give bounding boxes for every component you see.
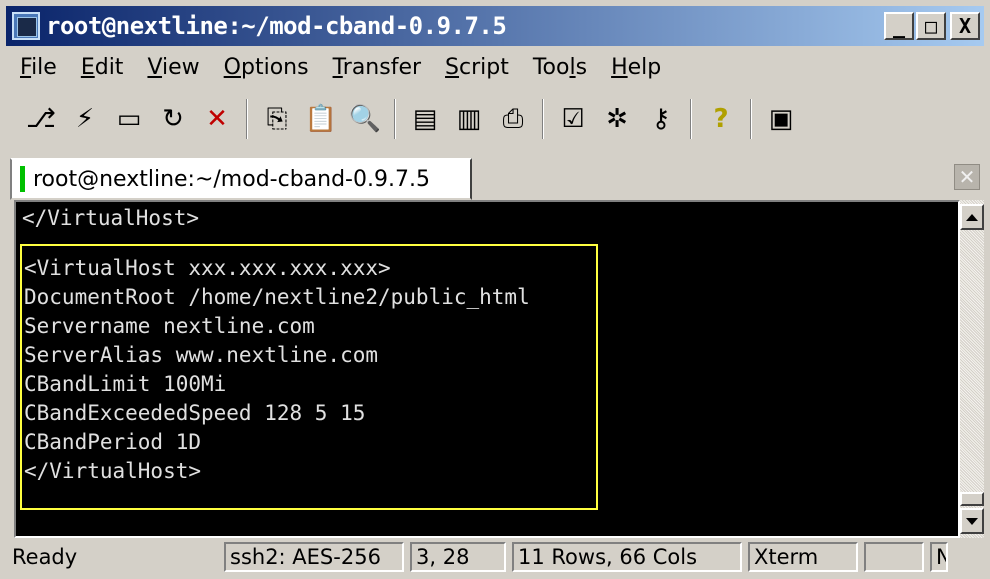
toolbar-separator — [690, 99, 692, 139]
securecrt-window: root@nextline:~/mod-cband-0.9.7.5 _ □ X … — [0, 0, 990, 579]
close-tab-icon[interactable]: ✕ — [954, 164, 980, 190]
arrow-down-icon — [966, 517, 978, 525]
terminal-line: <VirtualHost xxx.xxx.xxx.xxx> — [24, 256, 391, 280]
session-tab-strip: root@nextline:~/mod-cband-0.9.7.5 ✕ — [6, 154, 984, 200]
menu-view[interactable]: View — [135, 55, 211, 80]
session-tab[interactable]: root@nextline:~/mod-cband-0.9.7.5 — [10, 158, 472, 200]
reconnect-icon[interactable]: ↻ — [154, 100, 192, 138]
terminal-line: DocumentRoot /home/nextline2/public_html — [24, 285, 530, 309]
scroll-thumb[interactable] — [960, 492, 984, 506]
connection-status-indicator — [20, 166, 25, 192]
menu-bar: File Edit View Options Transfer Script Tools He… — [8, 50, 673, 84]
session-tab-label: root@nextline:~/mod-cband-0.9.7.5 — [33, 166, 430, 192]
disconnect-icon[interactable]: ✕ — [198, 100, 236, 138]
terminal-line: Servername nextline.com — [24, 314, 315, 338]
maximize-button[interactable]: □ — [916, 12, 946, 40]
close-button[interactable]: X — [950, 12, 980, 40]
global-options-icon[interactable]: ✲ — [598, 100, 636, 138]
copy-icon[interactable]: ⎘ — [258, 100, 296, 138]
scroll-down-button[interactable] — [960, 508, 984, 534]
app-icon[interactable] — [12, 12, 40, 40]
window-title: root@nextline:~/mod-cband-0.9.7.5 — [46, 12, 507, 40]
toolbar-separator — [394, 99, 396, 139]
menu-transfer[interactable]: Transfer — [321, 55, 433, 80]
terminal-line: </VirtualHost> — [24, 459, 202, 483]
print-setup-icon[interactable]: ▤ — [406, 100, 444, 138]
session-options-icon[interactable]: ☑ — [554, 100, 592, 138]
help-icon[interactable]: ? — [702, 100, 740, 138]
terminal-line: </VirtualHost> — [22, 206, 200, 230]
quick-connect-icon[interactable]: ⚡ — [66, 100, 104, 138]
terminal-area[interactable]: </VirtualHost> <VirtualHost xxx.xxx.xxx.… — [14, 200, 960, 538]
menu-tools[interactable]: Tools — [521, 55, 599, 80]
status-terminal-size: 11 Rows, 66 Cols — [512, 542, 742, 572]
status-num-lock: N — [930, 542, 948, 572]
menu-script[interactable]: Script — [433, 55, 521, 80]
terminal-line: ServerAlias www.nextline.com — [24, 343, 379, 367]
status-extra — [864, 542, 924, 572]
toolbar-separator — [542, 99, 544, 139]
print-selection-icon[interactable]: ▥ — [450, 100, 488, 138]
connect-icon[interactable]: ⎇ — [22, 100, 60, 138]
scroll-up-button[interactable] — [960, 204, 984, 230]
toolbar: ⎇ ⚡ ▭ ↻ ✕ ⎘ 📋 🔍 ▤ ▥ ⎙ ☑ ✲ ⚷ ? ▣ — [6, 90, 806, 148]
status-terminal-type: Xterm — [748, 542, 858, 572]
virtualhost-block: <VirtualHost xxx.xxx.xxx.xxx> DocumentRoo… — [22, 254, 530, 486]
highlight-box: <VirtualHost xxx.xxx.xxx.xxx> DocumentRoo… — [20, 244, 598, 510]
print-icon[interactable]: ⎙ — [494, 100, 532, 138]
menu-edit[interactable]: Edit — [69, 55, 136, 80]
title-bar[interactable]: root@nextline:~/mod-cband-0.9.7.5 _ □ X — [6, 6, 984, 46]
status-bar: Ready ssh2: AES-256 3, 28 11 Rows, 66 Co… — [6, 540, 984, 574]
sftp-icon[interactable]: ▣ — [762, 100, 800, 138]
terminal-line: CBandPeriod 1D — [24, 430, 202, 454]
menu-file[interactable]: File — [8, 55, 69, 80]
status-cipher: ssh2: AES-256 — [224, 542, 404, 572]
paste-icon[interactable]: 📋 — [302, 100, 340, 138]
menu-options[interactable]: Options — [212, 55, 321, 80]
terminal-line: CBandExceededSpeed 128 5 15 — [24, 401, 366, 425]
status-ready: Ready — [12, 545, 78, 569]
terminal-line: CBandLimit 100Mi — [24, 372, 227, 396]
keymap-icon[interactable]: ⚷ — [642, 100, 680, 138]
minimize-button[interactable]: _ — [884, 12, 914, 40]
toolbar-separator — [246, 99, 248, 139]
connect-tab-icon[interactable]: ▭ — [110, 100, 148, 138]
find-icon[interactable]: 🔍 — [346, 100, 384, 138]
vertical-scrollbar[interactable] — [960, 200, 984, 538]
menu-help[interactable]: Help — [599, 55, 673, 80]
status-cursor-position: 3, 28 — [410, 542, 506, 572]
window-controls: _ □ X — [884, 12, 980, 40]
toolbar-separator — [750, 99, 752, 139]
arrow-up-icon — [966, 213, 978, 221]
